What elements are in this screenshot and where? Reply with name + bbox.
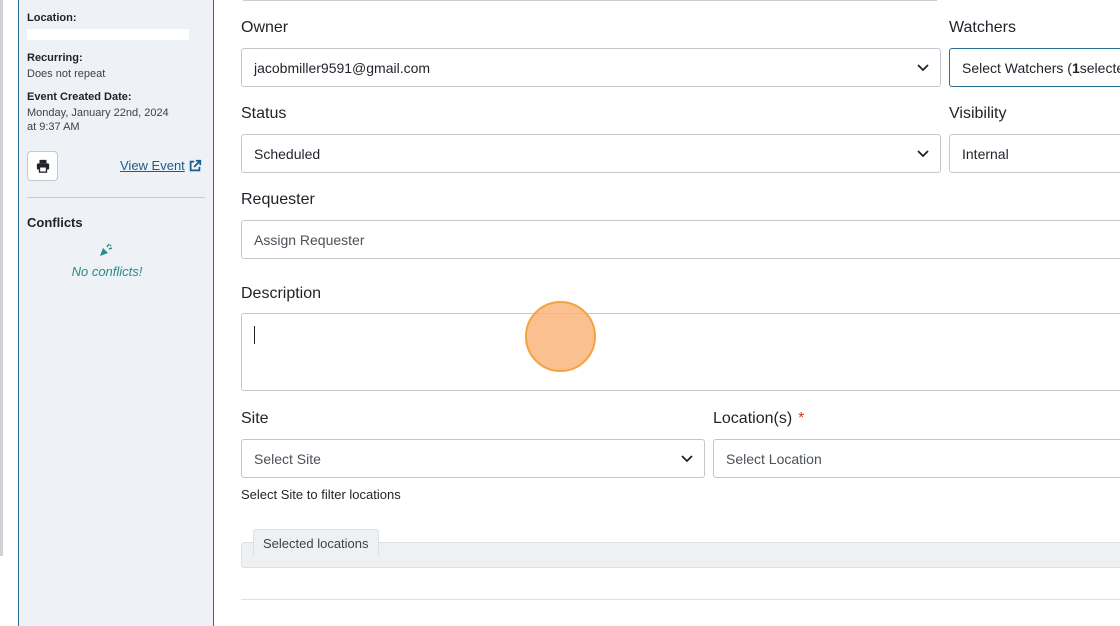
watchers-select[interactable]: Select Watchers (1 selecte [949,48,1120,87]
watchers-prefix: Select Watchers ( [962,59,1072,76]
locations-label-text: Location(s) [713,410,793,427]
print-button[interactable] [27,151,58,181]
site-help-text: Select Site to filter locations [241,487,401,502]
chevron-down-icon [917,63,929,71]
owner-label: Owner [241,19,289,36]
site-select[interactable]: Select Site [241,439,705,478]
event-created-label: Event Created Date: [27,91,132,103]
watchers-count: 1 [1071,59,1080,76]
no-conflicts-message: No conflicts! [71,264,143,279]
owner-select[interactable]: jacobmiller9591@gmail.com [241,48,941,87]
sidebar-divider [27,197,205,198]
location-value-redacted [27,29,189,40]
visibility-select[interactable]: Internal [949,134,1120,173]
required-indicator: * [798,410,805,427]
status-select[interactable]: Scheduled [241,134,941,173]
click-indicator [525,301,596,372]
recurring-value: Does not repeat [27,68,106,80]
status-value: Scheduled [254,145,321,162]
location-value: Select Location [726,450,822,467]
event-created-time: at 9:37 AM [27,121,80,133]
left-scroll-track [0,0,3,556]
view-event-link[interactable]: View Event [120,158,202,173]
watchers-suffix: selecte [1079,59,1120,76]
chevron-down-icon [681,454,693,462]
description-textarea[interactable] [241,313,1120,391]
locations-label: Location(s) * [713,410,804,428]
view-event-label: View Event [120,158,185,173]
owner-value: jacobmiller9591@gmail.com [254,59,431,76]
requester-label: Requester [241,191,315,208]
status-label: Status [241,105,287,122]
section-top-divider [243,0,937,1]
visibility-value: Internal [962,145,1009,162]
section-bottom-divider [241,599,1120,600]
recurring-label: Recurring: [27,52,83,64]
watchers-label: Watchers [949,19,1016,36]
visibility-label: Visibility [949,105,1007,122]
requester-value: Assign Requester [254,231,365,248]
site-value: Select Site [254,450,321,467]
conflicts-heading: Conflicts [27,215,83,230]
location-select[interactable]: Select Location [713,439,1120,478]
event-created-date: Monday, January 22nd, 2024 [27,107,169,119]
location-label: Location: [27,12,77,24]
printer-icon [36,159,49,173]
text-caret [254,326,255,344]
party-popper-icon [100,243,113,256]
site-label: Site [241,410,269,427]
chevron-down-icon [917,149,929,157]
left-panel-edge [0,0,19,626]
event-details-sidebar: Location: Recurring: Does not repeat Eve… [19,0,214,626]
external-link-icon [189,159,201,171]
requester-select[interactable]: Assign Requester [241,220,1120,259]
selected-locations-tab: Selected locations [253,529,379,556]
description-label: Description [241,285,322,302]
